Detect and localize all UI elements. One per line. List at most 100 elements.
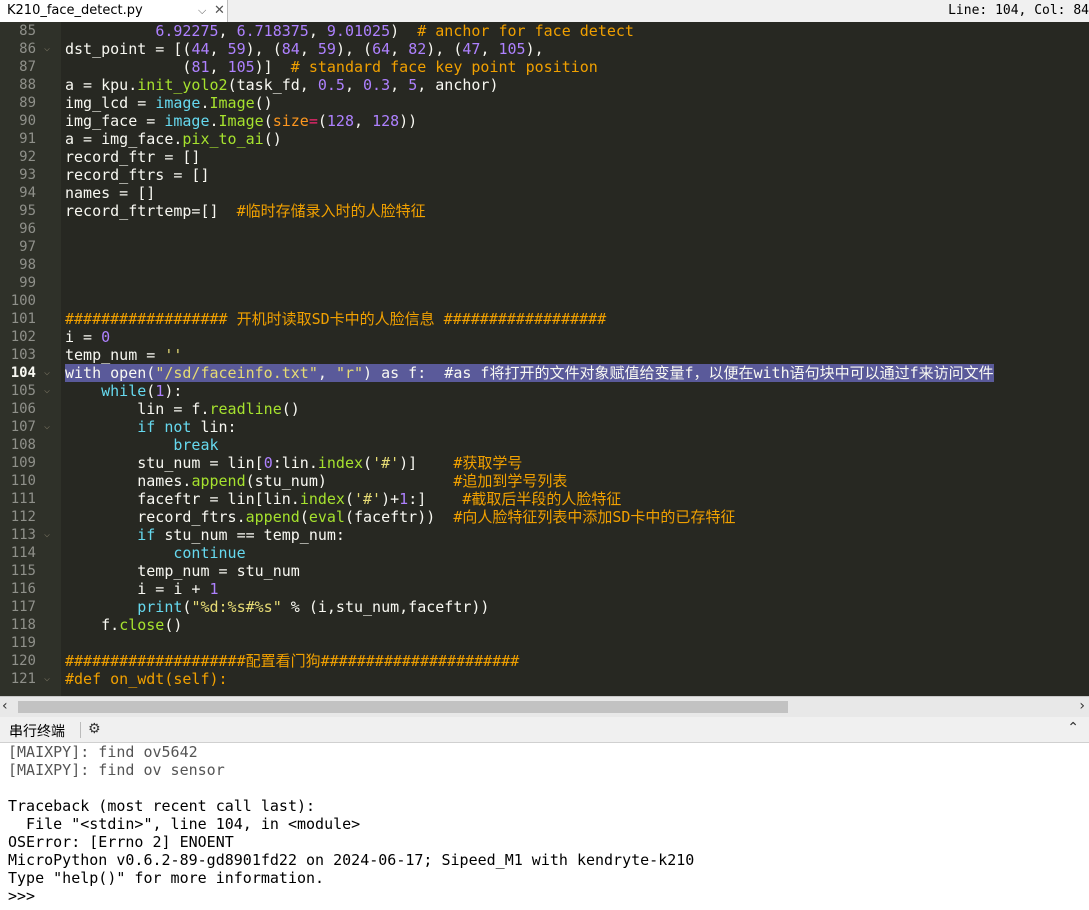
code-line[interactable]: 94 names = [] [0,184,1089,202]
code-line[interactable]: 114 continue [0,544,1089,562]
close-icon[interactable]: ✕ [214,0,225,22]
code-line[interactable]: 96 [0,220,1089,238]
code-token: #临时存储录入时的人脸特征 [236,202,426,220]
code-token: :lin. [272,454,318,472]
code-line[interactable]: 91 a = img_face.pix_to_ai() [0,130,1089,148]
code-token: ( [344,490,354,508]
code-token: temp_num = [65,346,165,364]
code-editor[interactable]: 85 6.92275, 6.718375, 9.01025) # anchor … [0,22,1089,696]
code-text: ####################配置看门狗###############… [65,652,519,670]
fold-chevron-icon[interactable]: ⌵ [44,526,50,544]
fold-chevron-icon[interactable]: ⌵ [44,418,50,436]
fold-chevron-icon[interactable]: ⌵ [44,364,50,382]
code-line[interactable]: 120 ####################配置看门狗############… [0,652,1089,670]
code-token: () [164,616,183,634]
code-line[interactable]: 115 temp_num = stu_num [0,562,1089,580]
serial-terminal[interactable]: [MAIXPY]: find ov5642 [MAIXPY]: find ov s… [0,743,1089,910]
code-token: lin: [191,418,237,436]
code-line[interactable]: 87 (81, 105)] # standard face key point … [0,58,1089,76]
code-line[interactable]: 85 6.92275, 6.718375, 9.01025) # anchor … [0,22,1089,40]
code-token: #def on_wdt(self): [65,670,228,688]
code-line[interactable]: 88 a = kpu.init_yolo2(task_fd, 0.5, 0.3, … [0,76,1089,94]
scrollbar-thumb[interactable] [18,701,788,713]
code-token: image [164,112,210,130]
code-line[interactable]: 105 ⌵ while(1): [0,382,1089,400]
code-line[interactable]: 90 img_face = image.Image(size=(128, 128)… [0,112,1089,130]
code-line[interactable]: 106 lin = f.readline() [0,400,1089,418]
terminal-line: Traceback (most recent call last): [8,797,316,815]
code-token: with open( [65,364,156,382]
terminal-line: [MAIXPY]: find ov5642 [8,743,198,761]
code-line[interactable]: 117 print("%d:%s#%s" % (i,stu_num,faceft… [0,598,1089,616]
code-token: record_ftrs. [65,508,246,526]
code-line[interactable]: 113 ⌵ if stu_num == temp_num: [0,526,1089,544]
chevron-down-icon[interactable]: ⌵ [198,0,206,22]
line-number: 111 [10,491,36,507]
code-line[interactable]: 102 i = 0 [0,328,1089,346]
code-line[interactable]: 100 [0,292,1089,310]
scroll-left-icon[interactable]: ‹ [2,698,8,714]
fold-chevron-icon[interactable]: ⌵ [44,670,50,688]
terminal-line: MicroPython v0.6.2-89-gd8901fd22 on 2024… [8,851,695,869]
code-token: a = img_face. [65,130,183,148]
code-text: if not lin: [65,418,237,436]
code-line[interactable]: 116 i = i + 1 [0,580,1089,598]
code-text: img_face = image.Image(size=(128, 128)) [65,112,417,130]
code-line[interactable]: 112 record_ftrs.append(eval(faceftr)) #向… [0,508,1089,526]
code-text: continue [65,544,246,562]
code-token: 105 [498,40,526,58]
fold-chevron-icon[interactable]: ⌵ [44,382,50,400]
code-token: 0 [101,328,111,346]
file-tab-name[interactable]: K210_face_detect.py [7,0,197,22]
chevron-up-icon[interactable]: ⌃ [1067,720,1079,736]
code-token: 0.5 [317,76,345,94]
code-token: img_lcd = [65,94,156,112]
code-line[interactable]: 95 record_ftrtemp=[] #临时存储录入时的人脸特征 [0,202,1089,220]
code-line[interactable]: 118 f.close() [0,616,1089,634]
editor-horizontal-scrollbar[interactable]: ‹ › [0,696,1089,717]
settings-icon[interactable]: ⚙ [88,721,101,737]
code-line[interactable]: 89 img_lcd = image.Image() [0,94,1089,112]
code-line[interactable]: 86 ⌵ dst_point = [(44, 59), (84, 59), (64,… [0,40,1089,58]
scroll-right-icon[interactable]: › [1079,698,1085,714]
code-line[interactable]: 111 faceftr = lin[lin.index('#')+1:] #截取… [0,490,1089,508]
code-token: ( [317,112,327,130]
code-token: 6.92275 [155,22,219,40]
code-token: append [245,508,300,526]
code-line[interactable]: 110 names.append(stu_num) #追加到学号列表 [0,472,1089,490]
code-line[interactable]: 109 stu_num = lin[0:lin.index('#')] #获取学… [0,454,1089,472]
code-line[interactable]: 104 ⌵ with open("/sd/faceinfo.txt", "r") a… [0,364,1089,382]
code-text: faceftr = lin[lin.index('#')+1:] #截取后半段的… [65,490,621,508]
code-line[interactable]: 108 break [0,436,1089,454]
code-line[interactable]: 103 temp_num = '' [0,346,1089,364]
terminal-title[interactable]: 串行终端 [9,721,65,741]
code-text: a = img_face.pix_to_ai() [65,130,282,148]
code-token: 1 [399,490,409,508]
code-line[interactable]: 99 [0,274,1089,292]
code-line[interactable]: 101 ################## 开机时读取SD卡中的人脸信息 ###… [0,310,1089,328]
code-token: size [272,112,309,130]
code-token: 5 [408,76,418,94]
line-number: 96 [19,221,36,237]
code-line[interactable]: 119 [0,634,1089,652]
code-line[interactable]: 107 ⌵ if not lin: [0,418,1089,436]
code-token: break [173,436,219,454]
code-token: continue [173,544,246,562]
code-line[interactable]: 92 record_ftr = [] [0,148,1089,166]
line-number: 85 [19,23,36,39]
fold-chevron-icon[interactable]: ⌵ [44,40,50,58]
code-line[interactable]: 121 ⌵ #def on_wdt(self): [0,670,1089,688]
code-token: 9.01025 [326,22,391,40]
line-number: 113 [10,527,36,543]
code-line[interactable]: 97 [0,238,1089,256]
code-token: (faceftr)) [344,508,454,526]
code-token: 47 [462,40,481,58]
code-line[interactable]: 98 [0,256,1089,274]
line-number: 92 [19,149,36,165]
line-number: 102 [10,329,36,345]
code-token: () [254,94,273,112]
file-tab[interactable]: K210_face_detect.py ⌵ ✕ [0,0,228,22]
code-token: ), ( [245,40,282,58]
code-line[interactable]: 93 record_ftrs = [] [0,166,1089,184]
